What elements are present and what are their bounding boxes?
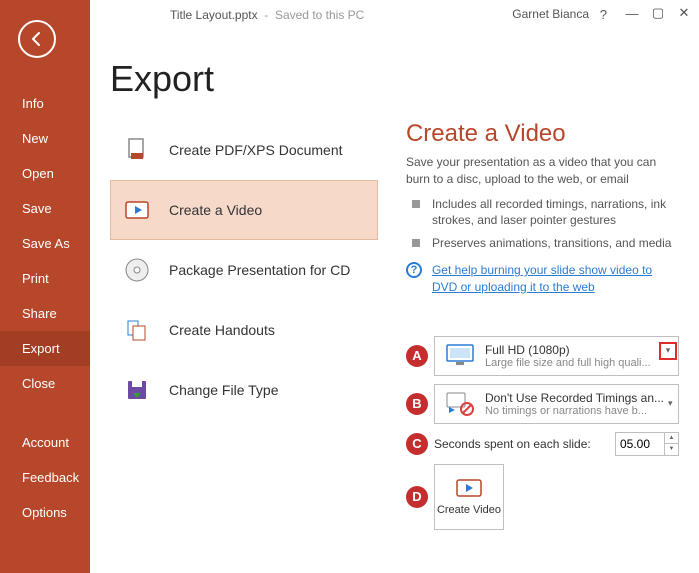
- save-status: Saved to this PC: [275, 8, 364, 22]
- sidebar-item-close[interactable]: Close: [0, 366, 90, 401]
- document-name: Title Layout.pptx: [170, 8, 258, 22]
- create-video-label: Create Video: [437, 504, 501, 517]
- bullet-text: Includes all recorded timings, narration…: [432, 196, 679, 230]
- sidebar-item-print[interactable]: Print: [0, 261, 90, 296]
- back-button[interactable]: [18, 20, 56, 58]
- bullet-icon: [412, 239, 420, 247]
- callout-c: C: [406, 433, 428, 455]
- save-as-icon: [121, 374, 153, 406]
- close-window-button[interactable]: ✕: [677, 5, 691, 21]
- sidebar-item-account[interactable]: Account: [0, 425, 90, 460]
- sidebar-item-save[interactable]: Save: [0, 191, 90, 226]
- option-pdf-xps[interactable]: Create PDF/XPS Document: [110, 120, 378, 180]
- minimize-button[interactable]: —: [625, 6, 639, 21]
- option-handouts[interactable]: Create Handouts: [110, 300, 378, 360]
- option-package-cd[interactable]: Package Presentation for CD: [110, 240, 378, 300]
- callout-a: A: [406, 345, 428, 367]
- sidebar-item-open[interactable]: Open: [0, 156, 90, 191]
- timings-sub: No timings or narrations have b...: [485, 405, 664, 417]
- video-icon: [121, 194, 153, 226]
- create-video-icon: [455, 476, 483, 500]
- sidebar-item-share[interactable]: Share: [0, 296, 90, 331]
- backstage-sidebar: Info New Open Save Save As Print Share E…: [0, 0, 90, 573]
- bullet-text: Preserves animations, transitions, and m…: [432, 235, 671, 252]
- sidebar-item-feedback[interactable]: Feedback: [0, 460, 90, 495]
- cd-icon: [121, 254, 153, 286]
- quality-dropdown[interactable]: Full HD (1080p) Large file size and full…: [434, 336, 679, 376]
- help-link[interactable]: Get help burning your slide show video t…: [432, 262, 679, 296]
- timings-title: Don't Use Recorded Timings an...: [485, 391, 664, 405]
- sidebar-item-save-as[interactable]: Save As: [0, 226, 90, 261]
- sidebar-item-export[interactable]: Export: [0, 331, 90, 366]
- spinner-up-icon[interactable]: ▲: [665, 433, 678, 444]
- user-name[interactable]: Garnet Bianca: [512, 7, 589, 21]
- callout-d: D: [406, 486, 428, 508]
- sidebar-item-options[interactable]: Options: [0, 495, 90, 530]
- sidebar-item-info[interactable]: Info: [0, 86, 90, 121]
- option-create-video[interactable]: Create a Video: [110, 180, 378, 240]
- pdf-document-icon: [121, 134, 153, 166]
- maximize-button[interactable]: ▢: [651, 5, 665, 21]
- seconds-input[interactable]: [616, 437, 664, 451]
- export-detail-pane: Create a Video Save your presentation as…: [378, 120, 679, 538]
- sidebar-item-new[interactable]: New: [0, 121, 90, 156]
- option-change-file-type[interactable]: Change File Type: [110, 360, 378, 420]
- help-button[interactable]: ?: [600, 7, 607, 22]
- callout-b: B: [406, 393, 428, 415]
- page-title: Export: [110, 58, 679, 100]
- timings-dropdown[interactable]: Don't Use Recorded Timings an... No timi…: [434, 384, 679, 424]
- detail-title: Create a Video: [406, 120, 679, 148]
- handouts-icon: [121, 314, 153, 346]
- dropdown-arrow-icon[interactable]: ▾: [664, 398, 678, 409]
- seconds-spinner[interactable]: ▲ ▼: [615, 432, 679, 456]
- bullet-icon: [412, 200, 420, 208]
- monitor-icon: [443, 341, 477, 371]
- seconds-label: Seconds spent on each slide:: [434, 437, 615, 451]
- spinner-down-icon[interactable]: ▼: [665, 444, 678, 455]
- no-narration-icon: [443, 389, 477, 419]
- quality-sub: Large file size and full high quali...: [485, 357, 678, 369]
- detail-subtitle: Save your presentation as a video that y…: [406, 154, 679, 188]
- help-info-icon: ?: [406, 262, 422, 278]
- main-content: Export Create PDF/XPS Document Create a …: [90, 30, 699, 573]
- create-video-button[interactable]: Create Video: [434, 464, 504, 530]
- dropdown-arrow-icon[interactable]: ▾: [659, 342, 677, 360]
- export-options-list: Create PDF/XPS Document Create a Video P…: [110, 120, 378, 538]
- quality-title: Full HD (1080p): [485, 343, 678, 357]
- titlebar: Title Layout.pptx - Saved to this PC Gar…: [90, 0, 699, 30]
